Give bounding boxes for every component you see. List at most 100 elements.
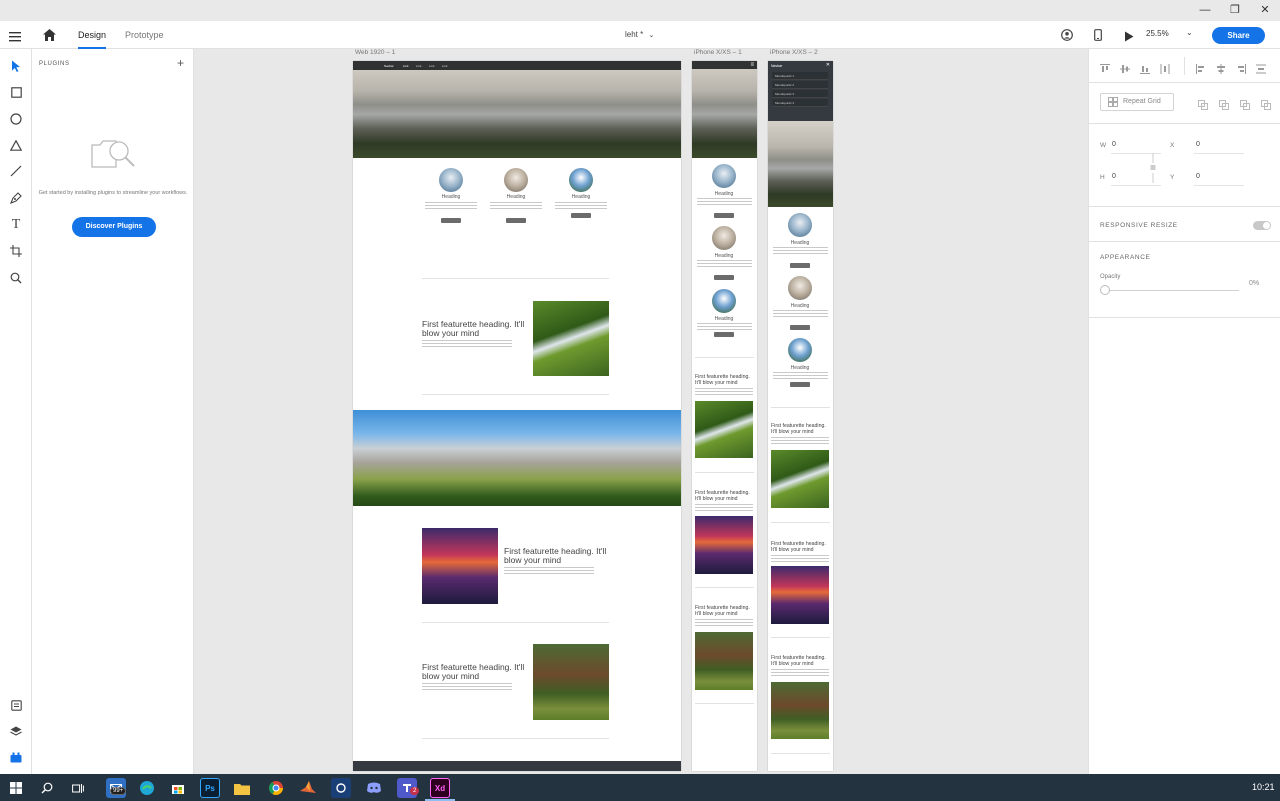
ellipse-tool-icon[interactable] [7,110,25,128]
zoom-tool-icon[interactable] [7,269,25,287]
hamburger-menu-icon[interactable] [9,29,21,47]
menu-item[interactable]: Menüüpunkt 1 [772,72,828,80]
divider [1089,206,1280,207]
card-button[interactable] [790,263,810,268]
artboard-phone2[interactable]: Navbar ✕ Menüüpunkt 1 Menüüpunkt 2 Menüü… [768,61,833,771]
rectangle-tool-icon[interactable] [7,83,25,101]
y-field[interactable]: 0 [1196,173,1200,180]
artboard-label-web[interactable]: Web 1920 – 1 [355,49,395,56]
plugins-icon[interactable] [7,748,25,766]
matlab-app-icon[interactable] [298,778,318,798]
text-tool-icon[interactable]: T [7,216,25,234]
polygon-tool-icon[interactable] [7,136,25,154]
zoom-level[interactable]: 25.5% [1146,29,1169,38]
microsoft-store-icon[interactable] [168,778,188,798]
align-top-icon[interactable] [1100,61,1110,72]
menu-item[interactable]: Menüüpunkt 3 [772,90,828,98]
card-button[interactable] [714,275,734,280]
photoshop-app-icon[interactable]: Ps [200,778,220,798]
x-field[interactable]: 0 [1196,141,1200,148]
navbar-brand[interactable]: Navbar [384,64,394,68]
opacity-slider-knob[interactable] [1100,285,1110,295]
outlook-app-icon[interactable] [331,778,351,798]
document-assets-icon[interactable] [7,696,25,714]
lock-aspect-icon[interactable] [1150,153,1156,188]
card-heading: Heading [790,365,810,371]
task-view-icon[interactable] [68,778,88,798]
phone-navbar: ≡ [692,61,757,69]
align-middle-icon[interactable] [1120,61,1130,73]
card-button[interactable] [714,213,734,218]
card-button[interactable] [714,332,734,337]
menu-close-icon[interactable]: ✕ [826,62,830,68]
layers-icon[interactable] [7,722,25,740]
hero-lake-image [353,61,681,158]
play-preview-icon[interactable] [1124,29,1134,47]
share-button[interactable]: Share [1212,27,1265,44]
zoom-chevron-down-icon[interactable]: ⌄ [1186,28,1193,37]
search-icon[interactable] [37,778,57,798]
distribute-horizontal-icon[interactable] [1256,61,1266,74]
boolean-exclude-icon[interactable] [1261,97,1271,110]
featurette-text [504,567,594,575]
width-field[interactable]: 0 [1112,141,1116,148]
boolean-intersect-icon[interactable] [1240,97,1250,110]
discord-app-icon[interactable] [364,778,384,798]
artboard-phone1[interactable]: ≡ Heading Heading Heading First featuret… [692,61,757,771]
artboard-tool-icon[interactable] [7,242,25,260]
line-tool-icon[interactable] [7,162,25,180]
close-button[interactable]: ✕ [1245,0,1280,21]
card-button[interactable] [441,218,461,223]
menu-item[interactable]: Menüüpunkt 4 [772,99,828,107]
align-center-icon[interactable] [1216,61,1226,74]
boolean-subtract-icon[interactable] [1219,97,1229,110]
opacity-slider-track[interactable] [1105,290,1239,291]
card-button[interactable] [506,218,526,223]
taskbar-clock[interactable]: 10:21 [1252,782,1275,792]
home-icon[interactable] [43,28,56,46]
document-title[interactable]: leht * ⌄ [625,30,654,39]
plugins-description: Get started by installing plugins to str… [38,190,188,196]
select-tool-icon[interactable] [7,57,25,75]
tab-prototype[interactable]: Prototype [125,21,164,49]
tool-bar: T [0,49,32,774]
artboard-label-phone1[interactable]: iPhone X/XS – 1 [694,49,742,56]
artboard-label-phone2[interactable]: iPhone X/XS – 2 [770,49,818,56]
file-explorer-icon[interactable] [232,778,252,798]
artboard-web[interactable]: Navbar Link Link Link Link Heading Headi… [353,61,681,771]
design-canvas[interactable]: Web 1920 – 1 Navbar Link Link Link Link … [194,49,1088,774]
opacity-value[interactable]: 0% [1249,280,1259,287]
windows-start-icon[interactable] [6,778,26,798]
edge-browser-icon[interactable] [137,778,157,798]
align-left-icon[interactable] [1196,61,1206,74]
card-button[interactable] [790,382,810,387]
web-navbar: Navbar Link Link Link Link [353,61,681,70]
nav-link[interactable]: Link [429,64,435,68]
nav-link[interactable]: Link [403,64,409,68]
responsive-resize-toggle[interactable] [1253,221,1271,230]
card-button[interactable] [571,213,591,218]
card-circle-image [712,164,736,188]
repeat-grid-button[interactable]: Repeat Grid [1100,93,1174,111]
user-profile-icon[interactable] [1061,28,1073,46]
tab-design[interactable]: Design [78,21,107,49]
discover-plugins-button[interactable]: Discover Plugins [72,217,156,237]
adobe-xd-app-icon[interactable]: Xd [430,778,450,798]
chrome-browser-icon[interactable] [266,778,286,798]
distribute-vertical-icon[interactable] [1160,61,1170,74]
height-field[interactable]: 0 [1112,173,1116,180]
featurette-forest-image [771,682,829,739]
add-plugin-icon[interactable]: + [177,56,184,70]
featurette-heading: First featurette heading. It'll blow you… [771,423,826,435]
pen-tool-icon[interactable] [7,189,25,207]
nav-link[interactable]: Link [442,64,448,68]
nav-link[interactable]: Link [416,64,422,68]
phone-menu-icon[interactable]: ≡ [750,61,754,69]
mobile-preview-icon[interactable] [1094,28,1102,46]
align-right-icon[interactable] [1236,61,1246,74]
windows-taskbar: 99+ Ps 2 Xd 10:21 [0,774,1280,801]
card-button[interactable] [790,325,810,330]
menu-item[interactable]: Menüüpunkt 2 [772,81,828,89]
align-bottom-icon[interactable] [1140,61,1150,74]
boolean-add-icon[interactable] [1198,97,1208,110]
